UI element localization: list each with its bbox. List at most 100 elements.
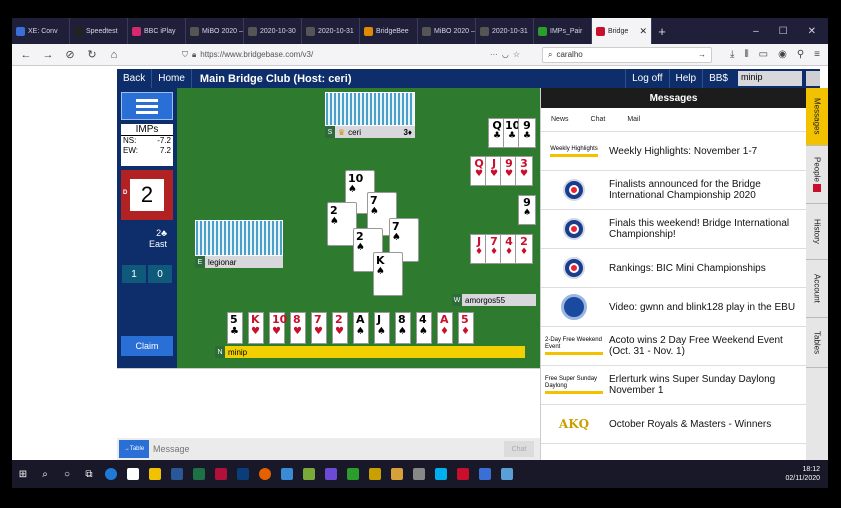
bbs-button[interactable]: BB$ xyxy=(702,69,734,88)
close-window-icon[interactable]: ✕ xyxy=(808,26,816,37)
menu-icon[interactable]: ≡ xyxy=(814,49,820,60)
reload-icon[interactable]: ↻ xyxy=(84,47,100,63)
sidetab-account[interactable]: Account xyxy=(806,260,828,318)
app-icon-1[interactable] xyxy=(276,460,298,488)
news-item[interactable]: Rankings: BIC Mini Championships xyxy=(541,249,806,288)
browser-tab[interactable]: 2020-10-31 xyxy=(302,18,360,44)
playing-card[interactable]: 8 ♥ xyxy=(290,312,306,344)
app-icon-8[interactable] xyxy=(452,460,474,488)
logoff-button[interactable]: Log off xyxy=(625,69,668,88)
playing-card[interactable]: 3 ♥ xyxy=(515,156,533,186)
chat-target-button[interactable]: →Table xyxy=(119,440,149,458)
playing-card[interactable]: 10 ♥ xyxy=(269,312,287,344)
browser-tab[interactable]: 2020-10-30 xyxy=(244,18,302,44)
playing-card[interactable]: 2 ♥ xyxy=(332,312,348,344)
back-button[interactable]: Back xyxy=(117,69,153,88)
back-arrow-icon[interactable]: ← xyxy=(18,47,34,63)
system-tray[interactable]: 18:12 02/11/2020 xyxy=(785,465,828,483)
news-item[interactable]: AKQ October Royals & Masters - Winners xyxy=(541,405,806,444)
browser-tab[interactable]: Speedtest xyxy=(70,18,128,44)
start-icon[interactable]: ⊞ xyxy=(12,460,34,488)
indesign-icon[interactable] xyxy=(210,460,232,488)
app-icon-3[interactable] xyxy=(320,460,342,488)
minimize-icon[interactable]: – xyxy=(753,26,759,37)
playing-card[interactable]: 5 ♦ xyxy=(458,312,474,344)
task-view-icon[interactable]: ⧉ xyxy=(78,460,100,488)
app-icon-4[interactable] xyxy=(342,460,364,488)
explorer-icon[interactable] xyxy=(144,460,166,488)
url-bar[interactable]: ⛉ 🔒︎ https://www.bridgebase.com/v3/ ··· … xyxy=(176,47,526,63)
maximize-icon[interactable]: ☐ xyxy=(779,26,788,37)
browser-tab[interactable]: MiBO 2020 – xyxy=(186,18,244,44)
app-icon-9[interactable] xyxy=(474,460,496,488)
page-actions-icon[interactable]: ··· xyxy=(490,50,498,59)
chat-send-button[interactable]: Chat xyxy=(504,441,534,457)
username-field[interactable]: minip xyxy=(738,71,802,86)
hamburger-menu-button[interactable] xyxy=(121,92,173,120)
tab-mail[interactable]: Mail xyxy=(627,116,640,123)
sidetab-messages[interactable]: Messages xyxy=(806,88,828,146)
app-icon-5[interactable] xyxy=(364,460,386,488)
playing-card[interactable]: A ♦ xyxy=(437,312,453,344)
claim-button[interactable]: Claim xyxy=(121,336,173,356)
store-icon[interactable] xyxy=(122,460,144,488)
sidetab-tables[interactable]: Tables xyxy=(806,318,828,368)
app-icon-6[interactable] xyxy=(386,460,408,488)
close-tab-icon[interactable]: ✕ xyxy=(639,26,647,37)
home-icon[interactable]: ⌂ xyxy=(106,47,122,63)
playing-card[interactable]: 2 ♦ xyxy=(515,234,533,264)
search-input[interactable]: ⌕ caralho → xyxy=(542,46,712,63)
library-icon[interactable]: ⫴ xyxy=(744,49,748,60)
word-icon[interactable] xyxy=(166,460,188,488)
download-icon[interactable]: ⤓ xyxy=(730,49,734,60)
playing-card[interactable]: 4 ♠ xyxy=(416,312,432,344)
sidetab-history[interactable]: History xyxy=(806,204,828,260)
edge-icon[interactable] xyxy=(100,460,122,488)
account-icon[interactable]: ⚲ xyxy=(797,49,804,60)
browser-tab[interactable]: BridgeBee xyxy=(360,18,418,44)
firefox-icon[interactable] xyxy=(254,460,276,488)
excel-icon[interactable] xyxy=(188,460,210,488)
cortana-icon[interactable]: ○ xyxy=(56,460,78,488)
app-icon-7[interactable] xyxy=(408,460,430,488)
browser-tab[interactable]: Bridge ✕ xyxy=(592,18,652,44)
playing-card[interactable]: K ♠ xyxy=(373,252,403,296)
tab-chat[interactable]: Chat xyxy=(591,116,606,123)
help-button[interactable]: Help xyxy=(668,69,703,88)
search-icon[interactable]: ⌕ xyxy=(34,460,56,488)
browser-tab[interactable]: BBC iPlay xyxy=(128,18,186,44)
search-go-icon[interactable]: → xyxy=(698,50,706,59)
news-item[interactable]: Weekly Highlights Weekly Highlights: Nove… xyxy=(541,132,806,171)
playing-card[interactable]: 8 ♠ xyxy=(395,312,411,344)
browser-tab[interactable]: IMPs_Pair xyxy=(534,18,592,44)
extension-icon[interactable]: ◉ xyxy=(778,49,787,60)
playing-card[interactable]: 7 ♥ xyxy=(311,312,327,344)
browser-tab[interactable]: 2020-10-31 xyxy=(476,18,534,44)
app-icon-2[interactable] xyxy=(298,460,320,488)
news-item[interactable]: Video: gwnn and blink128 play in the EBU xyxy=(541,288,806,327)
photoshop-icon[interactable] xyxy=(232,460,254,488)
stop-icon[interactable]: ⊘ xyxy=(62,47,78,63)
playing-card[interactable]: J ♠ xyxy=(374,312,390,344)
sidebar-icon[interactable]: ▭ xyxy=(759,49,768,60)
playing-card[interactable]: 9 ♠ xyxy=(518,195,536,225)
bookmark-star-icon[interactable]: ☆ xyxy=(513,50,520,59)
news-item[interactable]: Finals this weekend! Bridge Internationa… xyxy=(541,210,806,249)
browser-tab[interactable]: XE: Conv xyxy=(12,18,70,44)
playing-card[interactable]: A ♠ xyxy=(353,312,369,344)
app-icon-10[interactable] xyxy=(496,460,518,488)
sidetab-people[interactable]: People xyxy=(806,146,828,204)
tab-news[interactable]: News xyxy=(551,116,569,123)
news-item[interactable]: Free Super Sunday Daylong Erlerturk wins … xyxy=(541,366,806,405)
new-tab-button[interactable]: + xyxy=(652,18,672,44)
news-item[interactable]: 2-Day Free Weekend Event Acoto wins 2 Day… xyxy=(541,327,806,366)
playing-card[interactable]: K ♥ xyxy=(248,312,264,344)
playing-card[interactable]: 9 ♣ xyxy=(518,118,536,148)
skype-icon[interactable] xyxy=(430,460,452,488)
message-input[interactable] xyxy=(149,440,479,458)
home-button[interactable]: Home xyxy=(152,69,192,88)
playing-card[interactable]: 5 ♣ xyxy=(227,312,243,344)
news-item[interactable]: Finalists announced for the Bridge Inter… xyxy=(541,171,806,210)
forward-arrow-icon[interactable]: → xyxy=(40,47,56,63)
pocket-icon[interactable]: ◡ xyxy=(502,50,509,59)
